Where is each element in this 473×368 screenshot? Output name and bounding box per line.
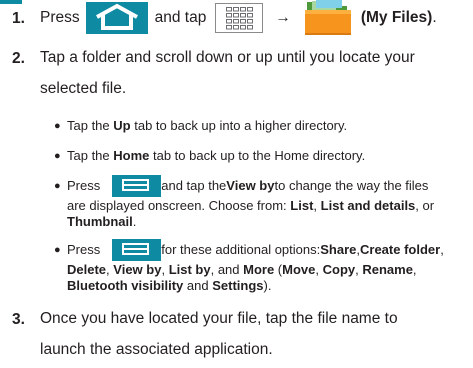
home-tab-label: Home <box>113 148 150 163</box>
my-files-label: (My Files) <box>360 9 433 26</box>
bullet-icon: ● <box>54 120 61 132</box>
menu-key-icon <box>112 239 162 261</box>
applications-grid-icon <box>215 3 264 33</box>
step-1-press-text: Press <box>40 9 80 26</box>
home-key-icon <box>85 2 148 34</box>
bullet-text: Press <box>67 242 101 257</box>
step-3-line-1: Once you have located your file, tap the… <box>40 310 398 327</box>
bullet-icon: ● <box>54 244 61 256</box>
list-and-details-option-label: List and details <box>320 198 416 213</box>
delete-option-label: Delete <box>67 262 107 277</box>
step-2-text: Tap a folder and scroll down or up until… <box>40 42 465 104</box>
bullet-text: , <box>313 198 321 213</box>
step-number: 1. <box>12 10 25 27</box>
bullet-text: tab to back up into a higher directory. <box>130 118 348 133</box>
bullet-text: , <box>440 242 444 257</box>
bullet-text: and tap the <box>161 178 227 193</box>
bullet-text: , <box>161 262 169 277</box>
my-files-folder-icon <box>304 0 351 35</box>
create-folder-option-label: Create folder <box>360 242 441 257</box>
more-option-label: More <box>243 262 275 277</box>
bullet-icon: ● <box>54 180 61 192</box>
bluetooth-visibility-option-label: Bluetooth visibility <box>67 278 184 293</box>
bullet-text: for these additional options: <box>161 242 321 257</box>
step-number: 2. <box>12 50 25 67</box>
step-2-line-1: Tap a folder and scroll down or up until… <box>40 49 415 66</box>
bullet-additional-options: ● Press for these additional options: Sh… <box>54 238 468 294</box>
step-1-and-tap-text: and tap <box>154 9 207 26</box>
arrow-icon: → <box>275 9 291 26</box>
list-option-label: List <box>290 198 314 213</box>
section-accent-bar <box>0 0 22 4</box>
bullet-text: . <box>132 214 137 229</box>
bullet-text: Tap the <box>67 148 114 163</box>
step-3-line-2: launch the associated application. <box>40 341 273 358</box>
bullet-text: , <box>315 262 323 277</box>
step-3-text: Once you have located your file, tap the… <box>40 303 465 365</box>
view-by-option-label: View by <box>113 262 162 277</box>
move-option-label: Move <box>282 262 316 277</box>
bullet-text: and <box>183 278 213 293</box>
copy-option-label: Copy <box>322 262 356 277</box>
bullet-text: ). <box>263 278 272 293</box>
step-number: 3. <box>12 311 25 328</box>
bullet-text: are displayed onscreen. Choose from: <box>67 198 291 213</box>
view-by-label: View by <box>226 178 275 193</box>
bullet-icon: ● <box>54 150 61 162</box>
step-2-line-2: selected file. <box>40 80 127 97</box>
bullet-text: , <box>412 262 417 277</box>
up-tab-label: Up <box>113 118 131 133</box>
bullet-up-tab: ● Tap the Up tab to back up into a highe… <box>54 118 468 134</box>
bullet-home-tab: ● Tap the Home tab to back up to the Hom… <box>54 148 468 164</box>
menu-key-icon <box>112 175 162 197</box>
share-option-label: Share <box>320 242 357 257</box>
bullet-text: to change the way the files <box>274 178 429 193</box>
thumbnail-option-label: Thumbnail <box>67 214 133 229</box>
bullet-view-by: ● Press and tap the View by to change th… <box>54 174 468 230</box>
bullet-text: , and <box>210 262 244 277</box>
bullet-text: Tap the <box>67 118 114 133</box>
list-by-option-label: List by <box>168 262 211 277</box>
bullet-text: tab to back up to the Home directory. <box>149 148 366 163</box>
bullet-text: ( <box>274 262 283 277</box>
bullet-text: Press <box>67 178 101 193</box>
step-1-text: Press and tap → (My Files). <box>40 0 437 37</box>
step-1-period: . <box>432 9 437 26</box>
settings-option-label: Settings <box>212 278 264 293</box>
rename-option-label: Rename <box>362 262 413 277</box>
bullet-text: , or <box>415 198 435 213</box>
